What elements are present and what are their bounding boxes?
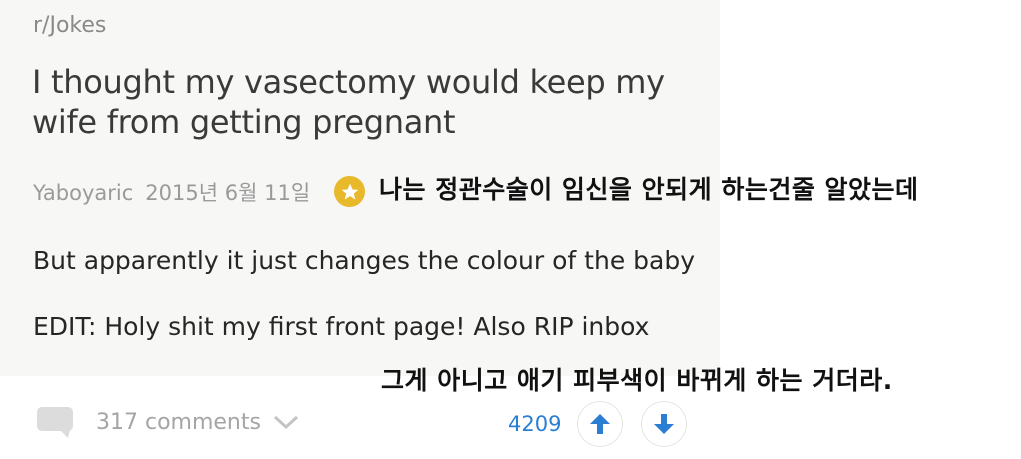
post-meta: Yaboyaric 2015년 6월 11일 xyxy=(33,177,310,207)
arrow-up-icon xyxy=(590,414,610,434)
post-body-line-1: But apparently it just changes the colou… xyxy=(33,246,695,275)
chevron-down-icon[interactable] xyxy=(273,414,299,430)
korean-caption-2: 그게 아니고 애기 피부색이 바뀌게 하는 거더라. xyxy=(381,366,893,395)
post-body-line-2: EDIT: Holy shit my first front page! Als… xyxy=(33,312,650,341)
comments-count: 317 comments xyxy=(96,409,261,435)
star-icon[interactable] xyxy=(334,176,365,207)
author-link[interactable]: Yaboyaric xyxy=(33,181,133,205)
score: 4209 xyxy=(508,412,562,436)
post-date: 2015년 6월 11일 xyxy=(145,181,311,205)
post-title[interactable]: I thought my vasectomy would keep my wif… xyxy=(32,62,672,142)
arrow-down-icon xyxy=(654,414,674,434)
upvote-button[interactable] xyxy=(577,401,623,447)
subreddit-link[interactable]: r/Jokes xyxy=(33,13,106,38)
downvote-button[interactable] xyxy=(641,401,687,447)
comment-bubble-icon xyxy=(37,407,73,438)
korean-caption-1: 나는 정관수술이 임신을 안되게 하는건줄 알았는데 xyxy=(379,175,919,204)
comments-button[interactable]: 317 comments xyxy=(36,406,299,438)
